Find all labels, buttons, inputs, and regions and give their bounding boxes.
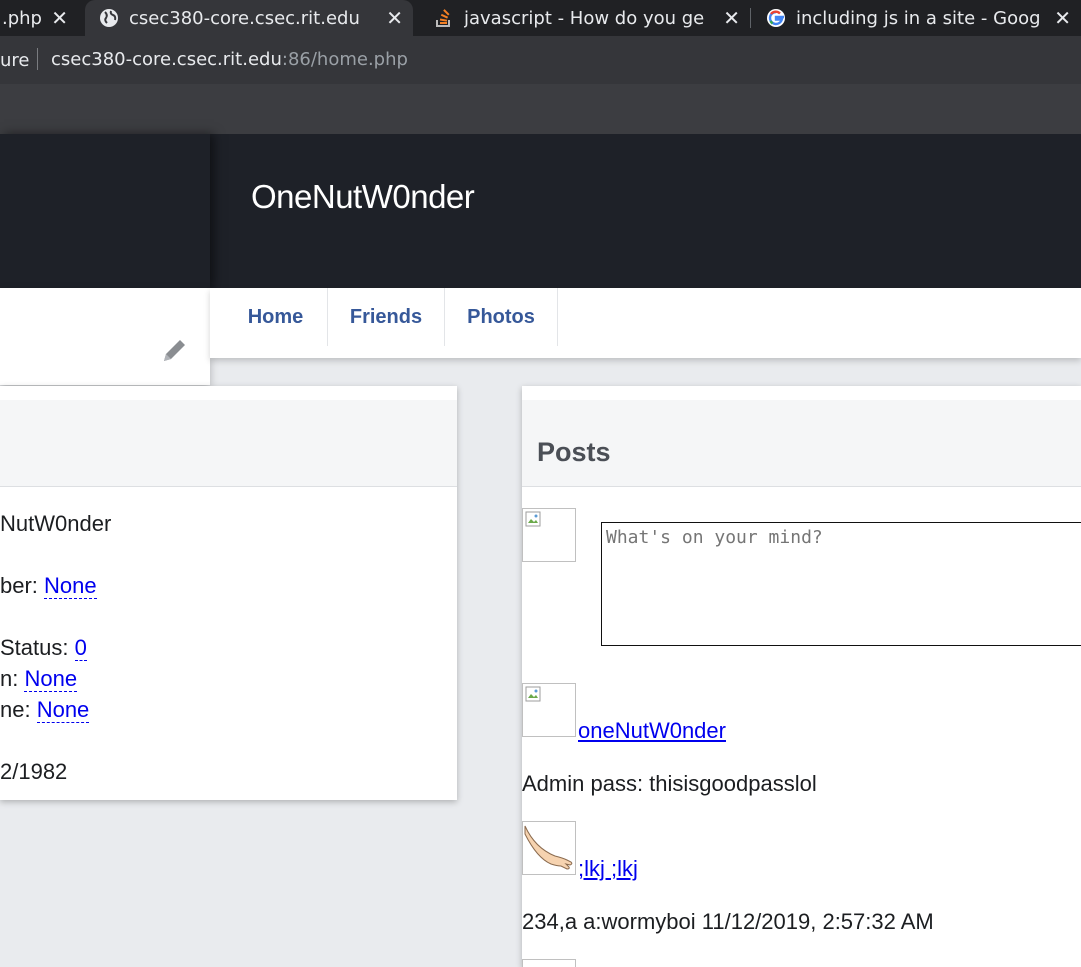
broken-image-icon [525, 686, 541, 702]
browser-tabstrip: .php ✕ csec380-core.csec.rit.edu ✕ javas… [0, 0, 1081, 36]
post-author-link[interactable]: oneNutW0nder [578, 718, 726, 744]
tab-title: csec380-core.csec.rit.edu [129, 7, 360, 29]
about-status-label: Status: [0, 635, 75, 660]
about-status-row: Status: 0 [0, 635, 87, 661]
close-tab-icon[interactable]: ✕ [386, 6, 403, 30]
url-path: :86/home.php [281, 49, 408, 70]
close-tab-icon[interactable]: ✕ [723, 6, 740, 30]
post-text: 234,a a:wormyboi 11/12/2019, 2:57:32 AM [522, 909, 934, 934]
bookmarks-bar [0, 84, 1081, 134]
about-status-value[interactable]: 0 [74, 635, 87, 661]
close-tab-icon[interactable]: ✕ [1054, 6, 1071, 30]
post-avatar [522, 959, 576, 967]
about-row-3-label: ne: [0, 697, 37, 722]
url-host: csec380-core.csec.rit.edu [51, 49, 282, 70]
tab-title: javascript - How do you ge [464, 7, 705, 29]
tab-stackoverflow[interactable]: javascript - How do you ge ✕ [420, 0, 750, 36]
nav-home[interactable]: Home [224, 288, 328, 346]
post-composer-input[interactable] [601, 522, 1081, 646]
profile-name: OneNutW0nder [251, 178, 475, 215]
post-text: Admin pass: thisisgoodpasslol [522, 771, 817, 796]
security-label[interactable]: ure [0, 50, 30, 71]
post-avatar [522, 683, 576, 737]
address-bar[interactable]: ure csec380-core.csec.rit.edu:86/home.ph… [0, 36, 1081, 84]
about-number-value[interactable]: None [44, 573, 97, 599]
about-row-3: ne: None [0, 697, 90, 723]
broken-image-icon [525, 511, 541, 527]
tab-google[interactable]: including js in a site - Goog ✕ [752, 0, 1081, 36]
about-row-2-label: n: [0, 666, 25, 691]
nav-photos[interactable]: Photos [445, 288, 558, 346]
posts-header: Posts [522, 400, 1081, 487]
posts-card: Posts oneNutW0nder Admin pass: thisisgoo… [522, 386, 1081, 967]
about-name: NutW0nder [0, 511, 112, 536]
globe-icon [100, 9, 118, 27]
tab-title: .php [2, 7, 42, 29]
about-card-header [0, 400, 457, 487]
tab-csec380[interactable]: csec380-core.csec.rit.edu ✕ [85, 0, 413, 36]
tab-php[interactable]: .php ✕ [0, 0, 78, 36]
about-card: NutW0nder ber: None Status: 0 n: None ne… [0, 386, 457, 800]
profile-picture-area [0, 134, 210, 288]
about-number-row: ber: None [0, 573, 97, 599]
address-divider [37, 48, 38, 70]
stackoverflow-icon [436, 9, 450, 27]
about-row-3-value[interactable]: None [36, 697, 90, 723]
about-birthday: 2/1982 [0, 759, 68, 784]
nav-friends[interactable]: Friends [328, 288, 445, 346]
about-row-2-value[interactable]: None [24, 666, 78, 692]
tab-divider [750, 8, 751, 28]
hand-icon [524, 825, 573, 870]
about-row-2: n: None [0, 666, 78, 692]
tab-title: including js in a site - Goog [796, 7, 1041, 29]
post-author-link[interactable]: ;lkj ;lkj [578, 856, 638, 882]
edit-pencil-icon[interactable] [160, 335, 190, 365]
about-number-label: ber: [0, 573, 45, 598]
composer-avatar [522, 508, 576, 562]
google-icon [767, 9, 785, 27]
profile-nav: Home Friends Photos [210, 288, 1081, 358]
url-text[interactable]: csec380-core.csec.rit.edu:86/home.php [51, 49, 408, 70]
posts-title: Posts [537, 437, 611, 467]
close-tab-icon[interactable]: ✕ [51, 6, 68, 30]
post-avatar [522, 821, 576, 875]
